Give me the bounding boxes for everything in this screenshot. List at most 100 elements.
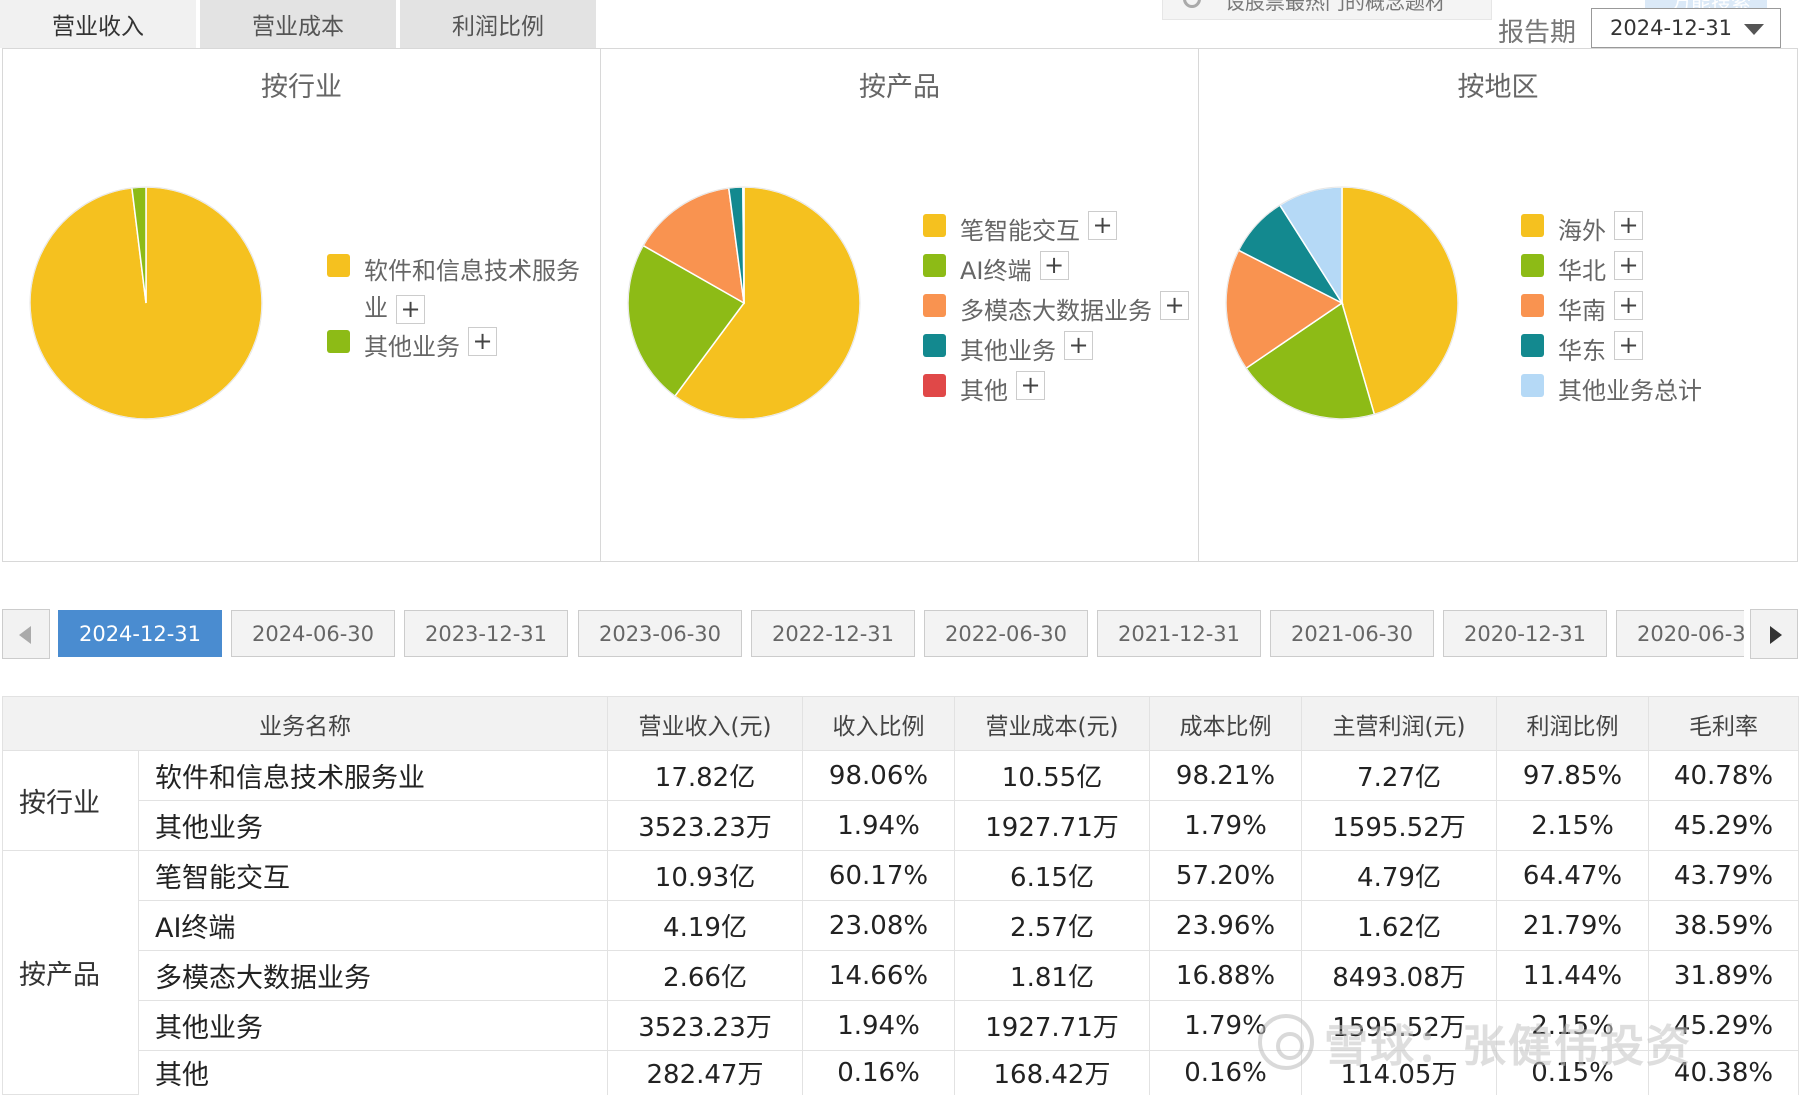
- date-tab[interactable]: 2020-06-30: [1616, 610, 1744, 657]
- business-name-cell: 笔智能交互: [138, 850, 608, 901]
- legend-label: 海外: [1558, 217, 1606, 245]
- legend-swatch: [923, 374, 946, 397]
- expand-plus-icon[interactable]: +: [1614, 251, 1643, 280]
- date-tab[interactable]: 2020-12-31: [1443, 610, 1607, 657]
- table-cell: 2.66亿: [607, 950, 803, 1001]
- tab-profit-ratio[interactable]: 利润比例: [400, 0, 596, 48]
- legend-swatch: [923, 214, 946, 237]
- table-cell: 11.44%: [1496, 950, 1649, 1001]
- expand-plus-icon[interactable]: +: [468, 327, 497, 356]
- expand-plus-icon[interactable]: +: [1614, 331, 1643, 360]
- legend-swatch: [1521, 254, 1544, 277]
- table-cell: 16.88%: [1149, 950, 1302, 1001]
- legend-item: 华东 +: [1521, 331, 1643, 366]
- expand-plus-icon[interactable]: +: [1064, 331, 1093, 360]
- scroll-left-button[interactable]: [2, 609, 50, 659]
- table-cell: 2.57亿: [954, 900, 1150, 951]
- legend-swatch: [923, 334, 946, 357]
- legend-item: 软件和信息技术服务 业 +: [327, 251, 580, 324]
- legend-swatch: [923, 294, 946, 317]
- table-cell: 60.17%: [802, 850, 955, 901]
- table-cell: 38.59%: [1648, 900, 1799, 951]
- table-cell: 21.79%: [1496, 900, 1649, 951]
- table-cell: 7.27亿: [1301, 750, 1497, 801]
- date-tab[interactable]: 2023-06-30: [578, 610, 742, 657]
- legend-label: 多模态大数据业务: [960, 297, 1152, 325]
- table-cell: 2.15%: [1496, 800, 1649, 851]
- date-tab[interactable]: 2024-06-30: [231, 610, 395, 657]
- table-cell: 1.94%: [802, 1000, 955, 1051]
- report-period-select[interactable]: 2024-12-31: [1591, 8, 1781, 48]
- table-row: 其他业务 3523.23万 1.94% 1927.71万 1.79% 1595.52万 2.…: [3, 1000, 1799, 1051]
- table-cell: 0.16%: [1149, 1050, 1302, 1095]
- table-cell: 114.05万: [1301, 1050, 1497, 1095]
- legend-label: 华东: [1558, 337, 1606, 365]
- date-tab[interactable]: 2021-06-30: [1270, 610, 1434, 657]
- legend-label: 笔智能交互: [960, 217, 1080, 245]
- date-tab[interactable]: 2022-06-30: [924, 610, 1088, 657]
- legend-label: 业: [364, 294, 388, 322]
- expand-plus-icon[interactable]: +: [1160, 291, 1189, 320]
- legend-label: 其他业务: [960, 337, 1056, 365]
- scroll-right-button[interactable]: [1750, 609, 1798, 659]
- table-cell: 0.15%: [1496, 1050, 1649, 1095]
- expand-plus-icon[interactable]: +: [1039, 251, 1069, 280]
- legend-swatch: [327, 254, 350, 277]
- business-name-cell: 其他业务: [138, 800, 608, 851]
- legend-item: 海外 +: [1521, 211, 1643, 246]
- date-tab[interactable]: 2022-12-31: [751, 610, 915, 657]
- search-icon: [1183, 0, 1201, 8]
- table-cell: 45.29%: [1648, 800, 1799, 851]
- date-tab[interactable]: 2021-12-31: [1097, 610, 1261, 657]
- panel-by-region: 按地区 海外 + 华北 + 华南 + 华东 + 其他业务总计: [1199, 49, 1797, 561]
- table-cell: 2.15%: [1496, 1000, 1649, 1051]
- date-tab[interactable]: 2023-12-31: [404, 610, 568, 657]
- business-name-cell: 多模态大数据业务: [138, 950, 608, 1001]
- legend-label: AI终端: [960, 257, 1032, 285]
- business-name-cell: 其他业务: [138, 1000, 608, 1051]
- pie-chart-region: [1225, 186, 1459, 420]
- table-cell: 3523.23万: [607, 1000, 803, 1051]
- composition-charts: 按行业 软件和信息技术服务 业 + 其他业务 + 按产品 笔智能交互 + AI终端 + …: [2, 48, 1798, 562]
- table-cell: 4.79亿: [1301, 850, 1497, 901]
- tab-cost[interactable]: 营业成本: [200, 0, 396, 48]
- table-cell: 43.79%: [1648, 850, 1799, 901]
- table-header-row: 业务名称 营业收入(元) 收入比例 营业成本(元) 成本比例 主营利润(元) 利…: [2, 696, 1799, 751]
- column-header: 主营利润(元): [1301, 696, 1497, 751]
- table-cell: 14.66%: [802, 950, 955, 1001]
- table-row: 多模态大数据业务 2.66亿 14.66% 1.81亿 16.88% 8493.08万 11…: [3, 950, 1799, 1001]
- tab-revenue[interactable]: 营业收入: [0, 0, 196, 48]
- expand-plus-icon[interactable]: +: [1088, 211, 1117, 240]
- report-date-nav: 2024-12-31 2024-06-30 2023-12-31 2023-06…: [2, 609, 1798, 659]
- table-cell: 17.82亿: [607, 750, 803, 801]
- table-cell: 1927.71万: [954, 800, 1150, 851]
- table-cell: 8493.08万: [1301, 950, 1497, 1001]
- pie-chart-industry: [29, 186, 263, 420]
- table-cell: 57.20%: [1149, 850, 1302, 901]
- column-header: 营业成本(元): [954, 696, 1150, 751]
- panel-title: 按产品: [859, 72, 940, 103]
- column-header: 营业收入(元): [607, 696, 803, 751]
- table-cell: 1595.52万: [1301, 800, 1497, 851]
- expand-plus-icon[interactable]: +: [1614, 291, 1643, 320]
- table-row: 其他 282.47万 0.16% 168.42万 0.16% 114.05万 0.15% 40…: [3, 1050, 1799, 1095]
- table-cell: 4.19亿: [607, 900, 803, 951]
- table-cell: 1.79%: [1149, 800, 1302, 851]
- expand-plus-icon[interactable]: +: [396, 294, 425, 324]
- date-tab[interactable]: 2024-12-31: [58, 610, 222, 657]
- legend-label: 其他业务总计: [1558, 377, 1702, 405]
- column-header: 利润比例: [1496, 696, 1649, 751]
- table-cell: 282.47万: [607, 1050, 803, 1095]
- table-row: 按行业 软件和信息技术服务业 17.82亿 98.06% 10.55亿 98.21% 7.2…: [2, 750, 1799, 851]
- column-header: 成本比例: [1149, 696, 1302, 751]
- legend-item: 其他业务总计: [1521, 371, 1702, 406]
- search-bar[interactable]: 设股票最热门的概念题材: [1162, 0, 1492, 20]
- expand-plus-icon[interactable]: +: [1016, 371, 1045, 400]
- expand-plus-icon[interactable]: +: [1614, 211, 1643, 240]
- legend-label: 其他: [960, 377, 1008, 405]
- legend-label: 华北: [1558, 257, 1606, 285]
- legend-label: 软件和信息技术服务: [364, 257, 580, 285]
- legend-item: 笔智能交互 +: [923, 211, 1117, 246]
- group-label: 按行业: [2, 750, 139, 851]
- table-cell: 1.94%: [802, 800, 955, 851]
